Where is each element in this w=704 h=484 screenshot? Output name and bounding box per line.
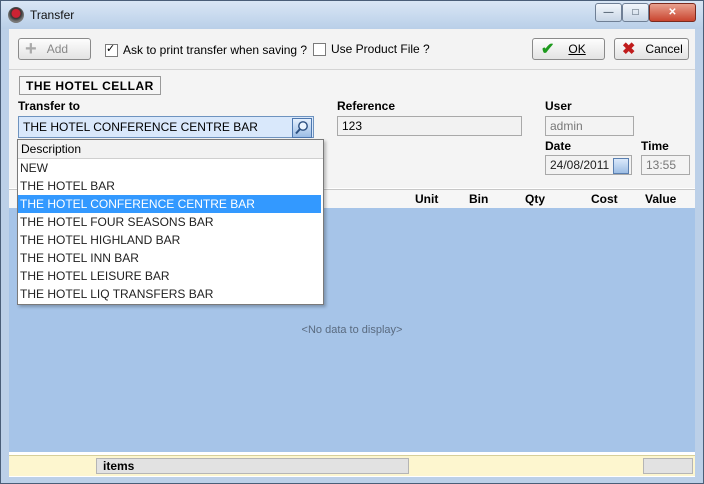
user-input: admin — [545, 116, 634, 136]
reference-input[interactable]: 123 — [337, 116, 522, 136]
window-title: Transfer — [30, 8, 75, 22]
add-button-label: Add — [46, 42, 69, 56]
cancel-button-label: Cancel — [645, 42, 683, 56]
user-label: User — [545, 99, 572, 113]
add-button[interactable]: + Add — [18, 38, 91, 60]
transfer-to-dropdown: Description NEW THE HOTEL BAR THE HOTEL … — [17, 139, 324, 305]
ask-print-label: Ask to print transfer when saving ? — [123, 43, 308, 57]
toolbar: + Add Ask to print transfer when saving … — [9, 29, 695, 70]
time-input: 13:55 — [641, 155, 690, 175]
app-icon — [8, 7, 24, 23]
ok-button-label: OK — [568, 42, 586, 56]
ask-print-checkbox[interactable]: Ask to print transfer when saving ? — [105, 42, 308, 57]
transfer-to-label: Transfer to — [18, 99, 81, 113]
reference-label: Reference — [337, 99, 396, 113]
status-right-panel — [643, 458, 693, 474]
dropdown-item[interactable]: THE HOTEL BAR — [18, 177, 323, 195]
col-unit[interactable]: Unit — [415, 192, 438, 206]
cancel-button[interactable]: ✖ Cancel — [614, 38, 689, 60]
minimize-icon[interactable]: — — [595, 3, 622, 22]
dropdown-item[interactable]: THE HOTEL HIGHLAND BAR — [18, 231, 323, 249]
maximize-icon[interactable]: □ — [622, 3, 649, 22]
plus-icon: + — [25, 38, 37, 60]
use-product-file-checkbox[interactable]: Use Product File ? — [313, 42, 430, 56]
transfer-to-combo[interactable]: THE HOTEL CONFERENCE CENTRE BAR — [18, 116, 314, 138]
col-bin[interactable]: Bin — [469, 192, 488, 206]
dropdown-item[interactable]: THE HOTEL FOUR SEASONS BAR — [18, 213, 323, 231]
ok-button[interactable]: ✔ OK — [532, 38, 605, 60]
dropdown-header: Description — [18, 140, 323, 159]
search-lookup-icon[interactable] — [292, 118, 312, 138]
col-cost[interactable]: Cost — [591, 192, 618, 206]
dropdown-item[interactable]: NEW — [18, 159, 323, 177]
x-cancel-icon: ✖ — [622, 41, 636, 58]
items-count-label: items — [96, 458, 409, 474]
empty-grid-message: <No data to display> — [301, 324, 403, 336]
status-bar: items — [9, 455, 695, 476]
dropdown-item[interactable]: THE HOTEL LIQ TRANSFERS BAR — [18, 285, 323, 303]
check-icon: ✔ — [541, 41, 555, 58]
title-bar[interactable]: Transfer — □ ✕ — [1, 1, 703, 29]
time-label: Time — [641, 139, 669, 153]
dropdown-item[interactable]: THE HOTEL INN BAR — [18, 249, 323, 267]
date-input[interactable]: 24/08/2011 — [545, 155, 632, 175]
transfer-to-value: THE HOTEL CONFERENCE CENTRE BAR — [23, 120, 258, 134]
dropdown-item-selected[interactable]: THE HOTEL CONFERENCE CENTRE BAR — [18, 195, 321, 213]
col-qty[interactable]: Qty — [525, 192, 545, 206]
dropdown-item[interactable]: THE HOTEL LEISURE BAR — [18, 267, 323, 285]
checkbox-checked-icon — [105, 42, 118, 57]
date-value: 24/08/2011 — [550, 158, 610, 172]
use-product-file-label: Use Product File ? — [331, 42, 430, 56]
close-icon[interactable]: ✕ — [649, 3, 696, 22]
checkbox-empty-icon — [313, 42, 326, 56]
date-label: Date — [545, 139, 572, 153]
col-value[interactable]: Value — [645, 192, 676, 206]
source-location-label: THE HOTEL CELLAR — [19, 76, 161, 95]
calendar-icon[interactable] — [613, 158, 629, 174]
